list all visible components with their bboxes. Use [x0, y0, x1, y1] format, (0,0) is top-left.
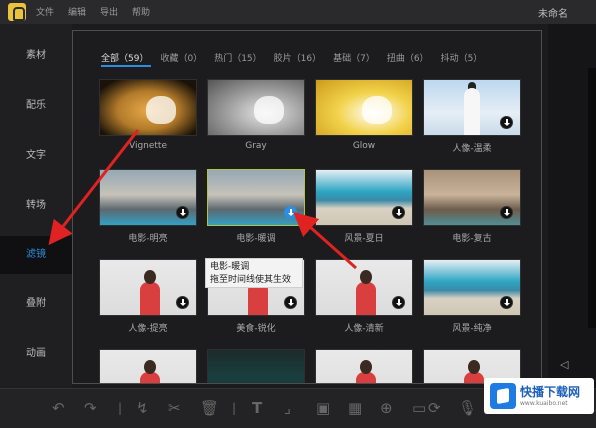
- annotation-arrows: [48, 129, 357, 270]
- arrow-to-selected-filter: [293, 212, 357, 270]
- arrow-to-filter-tab: [48, 129, 140, 246]
